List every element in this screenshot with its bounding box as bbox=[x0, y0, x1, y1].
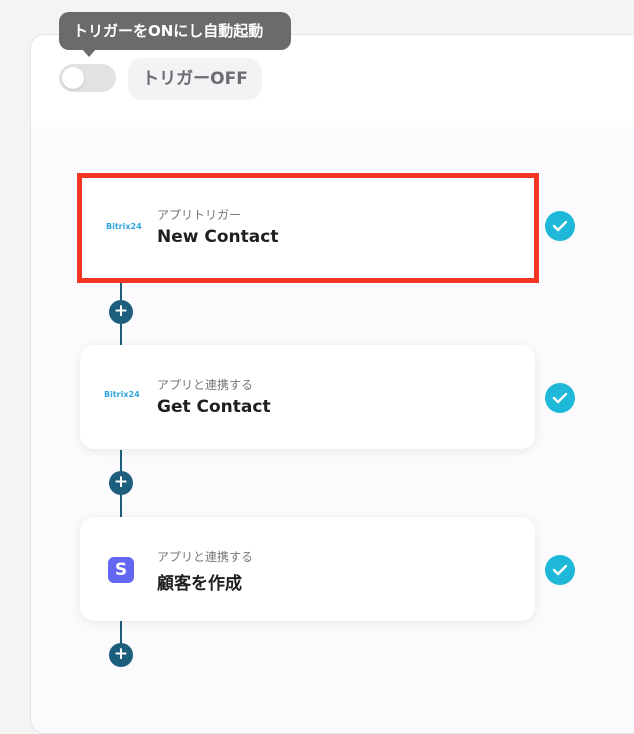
step-type-label: アプリトリガー bbox=[157, 208, 242, 222]
step-card-new-contact[interactable]: Bitrix24 アプリトリガー New Contact bbox=[77, 173, 539, 283]
add-step-button[interactable]: + bbox=[109, 643, 133, 667]
toggle-knob bbox=[62, 67, 84, 89]
add-step-button[interactable]: + bbox=[109, 300, 133, 324]
stripe-logo-icon: S bbox=[108, 557, 134, 583]
trigger-toggle[interactable] bbox=[59, 64, 116, 92]
trigger-status-label: トリガーOFF bbox=[128, 58, 262, 100]
step-title: 顧客を作成 bbox=[157, 574, 242, 594]
step-card-create-customer[interactable]: S アプリと連携する 顧客を作成 bbox=[80, 517, 535, 621]
step-title: Get Contact bbox=[157, 397, 271, 417]
tooltip-arrow bbox=[82, 49, 96, 57]
step-type-label: アプリと連携する bbox=[157, 550, 254, 564]
toggle-tooltip: トリガーをONにし自動起動 bbox=[59, 12, 291, 50]
step-type-label: アプリと連携する bbox=[157, 378, 254, 392]
check-icon bbox=[545, 555, 575, 585]
add-step-button[interactable]: + bbox=[109, 471, 133, 495]
bitrix24-logo-icon: Bitrix24 bbox=[104, 390, 140, 399]
check-icon bbox=[545, 383, 575, 413]
step-card-get-contact[interactable]: Bitrix24 アプリと連携する Get Contact bbox=[80, 345, 535, 449]
step-title: New Contact bbox=[157, 227, 279, 247]
check-icon bbox=[545, 211, 575, 241]
bitrix24-logo-icon: Bitrix24 bbox=[106, 222, 142, 231]
